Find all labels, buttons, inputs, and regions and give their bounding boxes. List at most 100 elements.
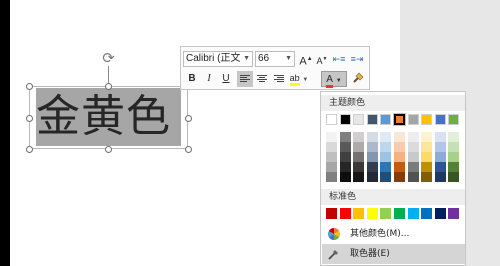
theme-color-swatch[interactable] — [353, 142, 365, 152]
theme-color-swatch[interactable] — [339, 172, 351, 182]
theme-color-swatch[interactable] — [380, 162, 392, 172]
theme-color-swatch[interactable] — [339, 162, 351, 172]
theme-color-swatch[interactable] — [394, 162, 405, 172]
theme-color-swatch[interactable] — [448, 152, 460, 162]
eyedropper-menu-item[interactable]: 取色器(E) — [322, 244, 465, 264]
standard-color-swatch[interactable] — [394, 208, 405, 219]
standard-color-swatch[interactable] — [353, 208, 365, 219]
theme-color-swatch[interactable] — [393, 113, 406, 126]
theme-color-swatch[interactable] — [448, 114, 460, 125]
theme-color-swatch[interactable] — [366, 114, 378, 125]
theme-color-swatch[interactable] — [421, 114, 433, 125]
theme-color-swatch[interactable] — [366, 132, 378, 142]
theme-color-swatch[interactable] — [380, 114, 392, 125]
theme-color-swatch[interactable] — [353, 162, 365, 172]
theme-color-swatch[interactable] — [407, 132, 419, 142]
resize-handle-bottom-right[interactable] — [185, 146, 192, 153]
highlight-color-button[interactable]: ab ▼ — [289, 71, 309, 87]
theme-color-swatch[interactable] — [407, 114, 419, 125]
standard-color-swatch[interactable] — [434, 208, 446, 219]
font-color-button[interactable]: A ▼ — [321, 71, 347, 88]
theme-color-swatch[interactable] — [421, 152, 433, 162]
theme-color-swatch[interactable] — [326, 114, 337, 125]
theme-color-swatch[interactable] — [339, 152, 351, 162]
theme-color-swatch[interactable] — [448, 142, 460, 152]
theme-color-swatch[interactable] — [394, 132, 405, 142]
theme-color-swatch[interactable] — [407, 142, 419, 152]
theme-color-swatch[interactable] — [421, 132, 433, 142]
theme-color-swatch[interactable] — [326, 152, 337, 162]
theme-color-swatch[interactable] — [366, 142, 378, 152]
theme-color-swatch[interactable] — [353, 172, 365, 182]
text-box-content[interactable]: 金黄色 — [36, 88, 181, 146]
standard-color-swatch[interactable] — [421, 208, 433, 219]
theme-color-swatch[interactable] — [380, 132, 392, 142]
theme-color-swatch[interactable] — [394, 152, 405, 162]
theme-color-swatch[interactable] — [380, 152, 392, 162]
resize-handle-top-left[interactable] — [26, 83, 33, 90]
theme-color-swatch[interactable] — [434, 114, 446, 125]
font-size-combo[interactable]: 66 ▼ — [255, 51, 295, 67]
resize-handle-bottom-left[interactable] — [26, 146, 33, 153]
resize-handle-bottom[interactable] — [105, 146, 112, 153]
theme-color-swatch[interactable] — [434, 132, 446, 142]
theme-color-swatch[interactable] — [339, 142, 351, 152]
standard-color-swatch[interactable] — [326, 208, 337, 219]
theme-color-swatch[interactable] — [353, 152, 365, 162]
font-name-value: Calibri (正文 — [186, 53, 241, 64]
align-right-button[interactable] — [271, 71, 287, 87]
theme-color-swatch[interactable] — [366, 152, 378, 162]
standard-color-swatch[interactable] — [366, 208, 378, 219]
theme-color-swatch[interactable] — [326, 132, 337, 142]
more-colors-menu-item[interactable]: 其他颜色(M)... — [322, 224, 465, 244]
align-center-button[interactable] — [254, 71, 270, 87]
theme-color-swatch[interactable] — [394, 172, 405, 182]
theme-color-swatch[interactable] — [353, 114, 365, 125]
align-left-button[interactable] — [237, 71, 253, 87]
underline-button[interactable]: U — [218, 71, 234, 87]
theme-color-swatch[interactable] — [421, 172, 433, 182]
font-name-combo[interactable]: Calibri (正文 ▼ — [183, 51, 253, 67]
theme-color-swatch[interactable] — [326, 162, 337, 172]
standard-color-swatch[interactable] — [407, 208, 419, 219]
theme-color-swatch[interactable] — [326, 142, 337, 152]
decrease-indent-button[interactable]: ⇤≡ — [331, 51, 347, 67]
theme-color-swatch[interactable] — [434, 162, 446, 172]
theme-color-swatch[interactable] — [421, 162, 433, 172]
theme-color-swatch[interactable] — [380, 142, 392, 152]
theme-color-swatch[interactable] — [434, 172, 446, 182]
standard-color-swatch[interactable] — [380, 208, 392, 219]
theme-color-swatch[interactable] — [448, 162, 460, 172]
theme-color-swatch[interactable] — [434, 152, 446, 162]
highlight-icon: ab — [289, 73, 300, 86]
theme-color-swatch[interactable] — [394, 142, 405, 152]
standard-color-swatch[interactable] — [339, 208, 351, 219]
theme-color-swatch[interactable] — [339, 114, 351, 125]
format-painter-button[interactable] — [350, 71, 366, 87]
grow-font-button[interactable]: A▲ — [298, 51, 314, 68]
theme-color-swatch[interactable] — [421, 142, 433, 152]
standard-color-swatch[interactable] — [448, 208, 460, 219]
resize-handle-right[interactable] — [185, 115, 192, 122]
theme-color-swatch[interactable] — [407, 172, 419, 182]
increase-indent-button[interactable]: ≡⇥ — [349, 51, 365, 67]
decrease-indent-icon: ⇤≡ — [332, 54, 346, 64]
theme-color-swatch[interactable] — [326, 172, 337, 182]
italic-button[interactable]: I — [201, 71, 217, 87]
theme-color-swatch[interactable] — [339, 132, 351, 142]
theme-color-swatch[interactable] — [366, 162, 378, 172]
resize-handle-top[interactable] — [105, 83, 112, 90]
resize-handle-left[interactable] — [26, 115, 33, 122]
shrink-font-button[interactable]: A▼ — [314, 51, 330, 67]
theme-color-swatch[interactable] — [380, 172, 392, 182]
theme-color-swatch[interactable] — [434, 142, 446, 152]
theme-color-swatch[interactable] — [407, 162, 419, 172]
rotate-handle-icon[interactable]: ⟳ — [100, 50, 117, 67]
theme-color-swatch[interactable] — [448, 132, 460, 142]
font-color-dropdown: 主题颜色 标准色 其他颜色(M)... 取色器(E) — [320, 91, 466, 266]
theme-color-swatch[interactable] — [448, 172, 460, 182]
bold-button[interactable]: B — [184, 71, 200, 87]
theme-color-swatch[interactable] — [366, 172, 378, 182]
theme-color-swatch[interactable] — [407, 152, 419, 162]
theme-color-swatch[interactable] — [353, 132, 365, 142]
